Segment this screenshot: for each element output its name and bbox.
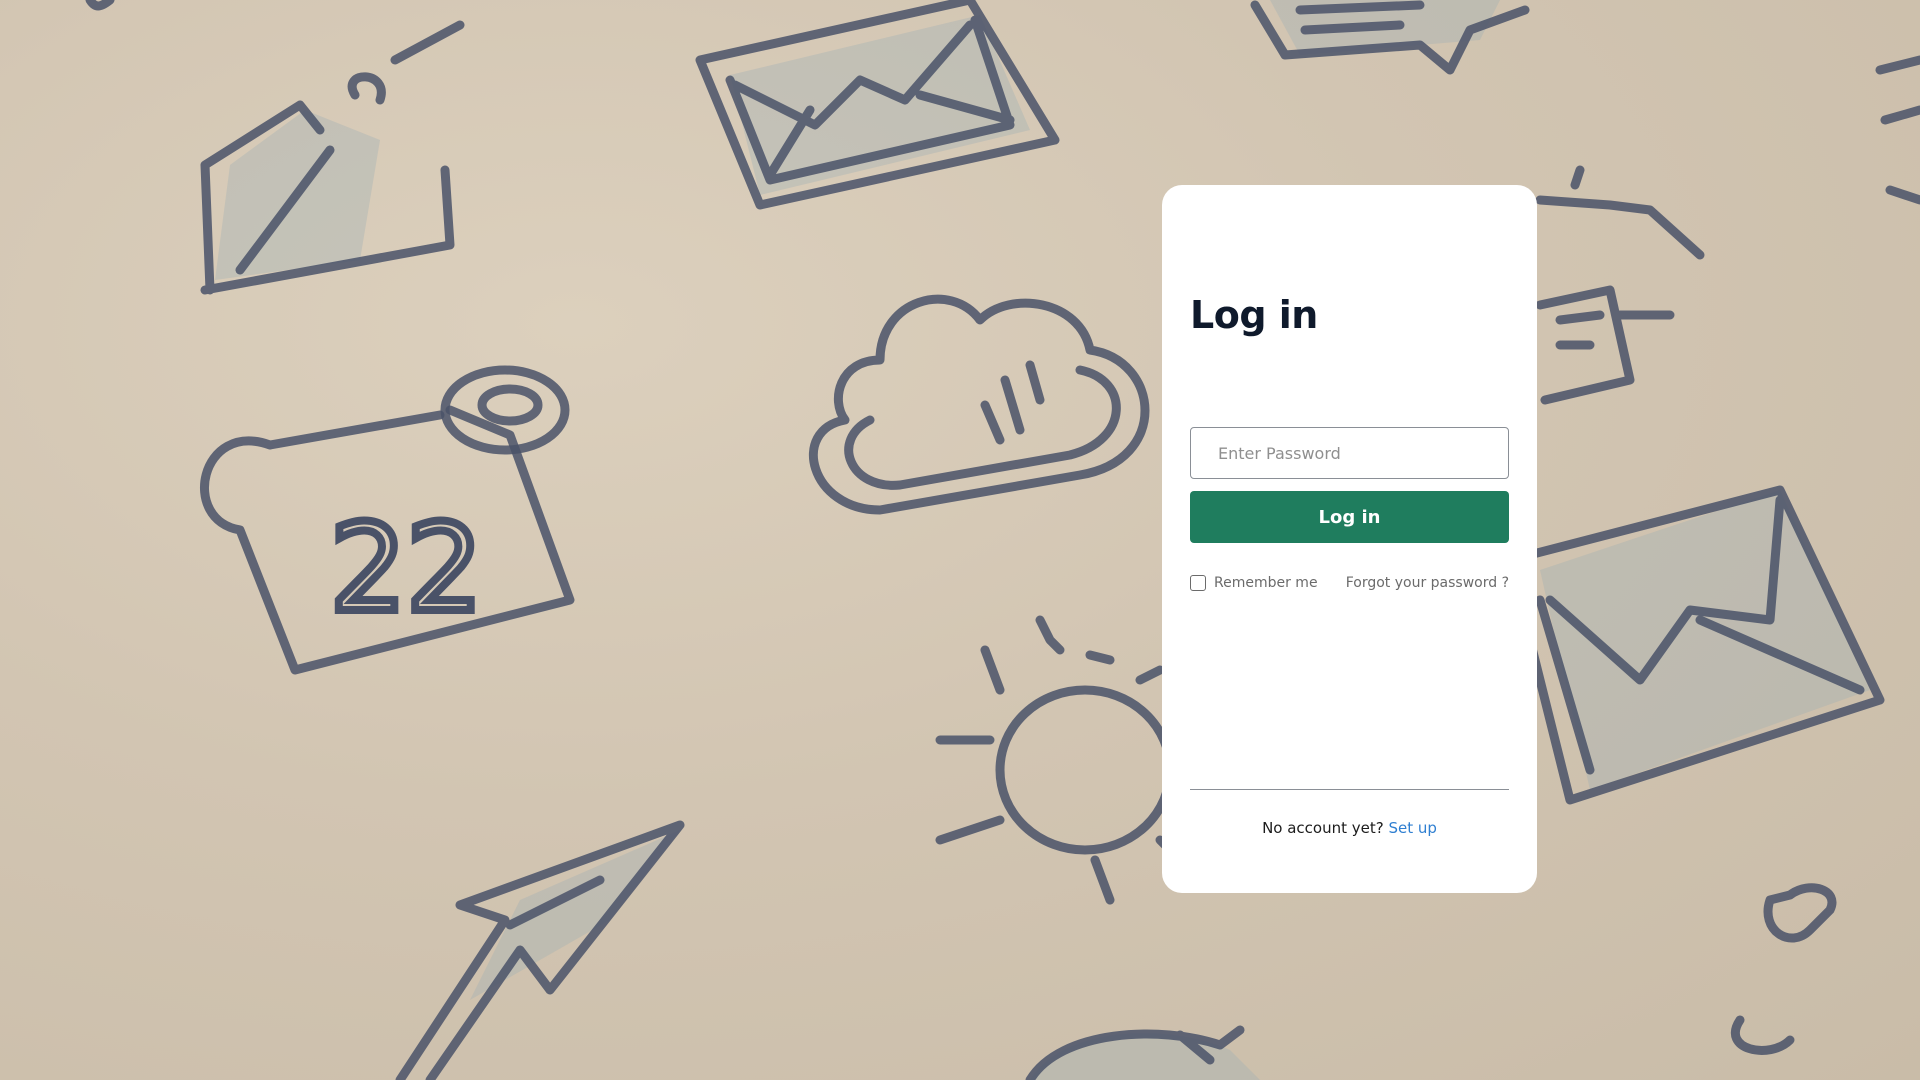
house-doodle-icon <box>1535 165 1705 405</box>
forgot-password-link[interactable]: Forgot your password ? <box>1346 575 1509 591</box>
divider <box>1190 789 1509 790</box>
signup-prompt: No account yet? Set up <box>1162 819 1537 837</box>
calendar-day-number: 22 <box>330 500 483 639</box>
chat-bubble-doodle-icon <box>1250 0 1530 75</box>
background-doodle-illustration: 22 <box>0 0 1920 1080</box>
login-options-row: Remember me Forgot your password ? <box>1190 573 1509 593</box>
remember-me-checkbox[interactable] <box>1190 575 1206 591</box>
password-field[interactable] <box>1190 427 1509 479</box>
setup-link[interactable]: Set up <box>1388 819 1436 837</box>
remember-me[interactable]: Remember me <box>1190 575 1318 591</box>
remember-me-label: Remember me <box>1214 575 1318 591</box>
envelope-doodle-icon <box>1505 485 1885 805</box>
pencil-doodle-icon <box>395 820 685 1080</box>
no-account-text: No account yet? <box>1262 819 1384 837</box>
login-button[interactable]: Log in <box>1190 491 1509 543</box>
house-doodle-icon <box>200 20 465 295</box>
envelope-doodle-icon <box>695 0 1060 210</box>
cloud-doodle-icon <box>808 294 1150 515</box>
calendar-doodle-icon: 22 <box>200 365 575 675</box>
login-card: Log in Log in Remember me Forgot your pa… <box>1162 185 1537 893</box>
page-title: Log in <box>1190 293 1318 337</box>
